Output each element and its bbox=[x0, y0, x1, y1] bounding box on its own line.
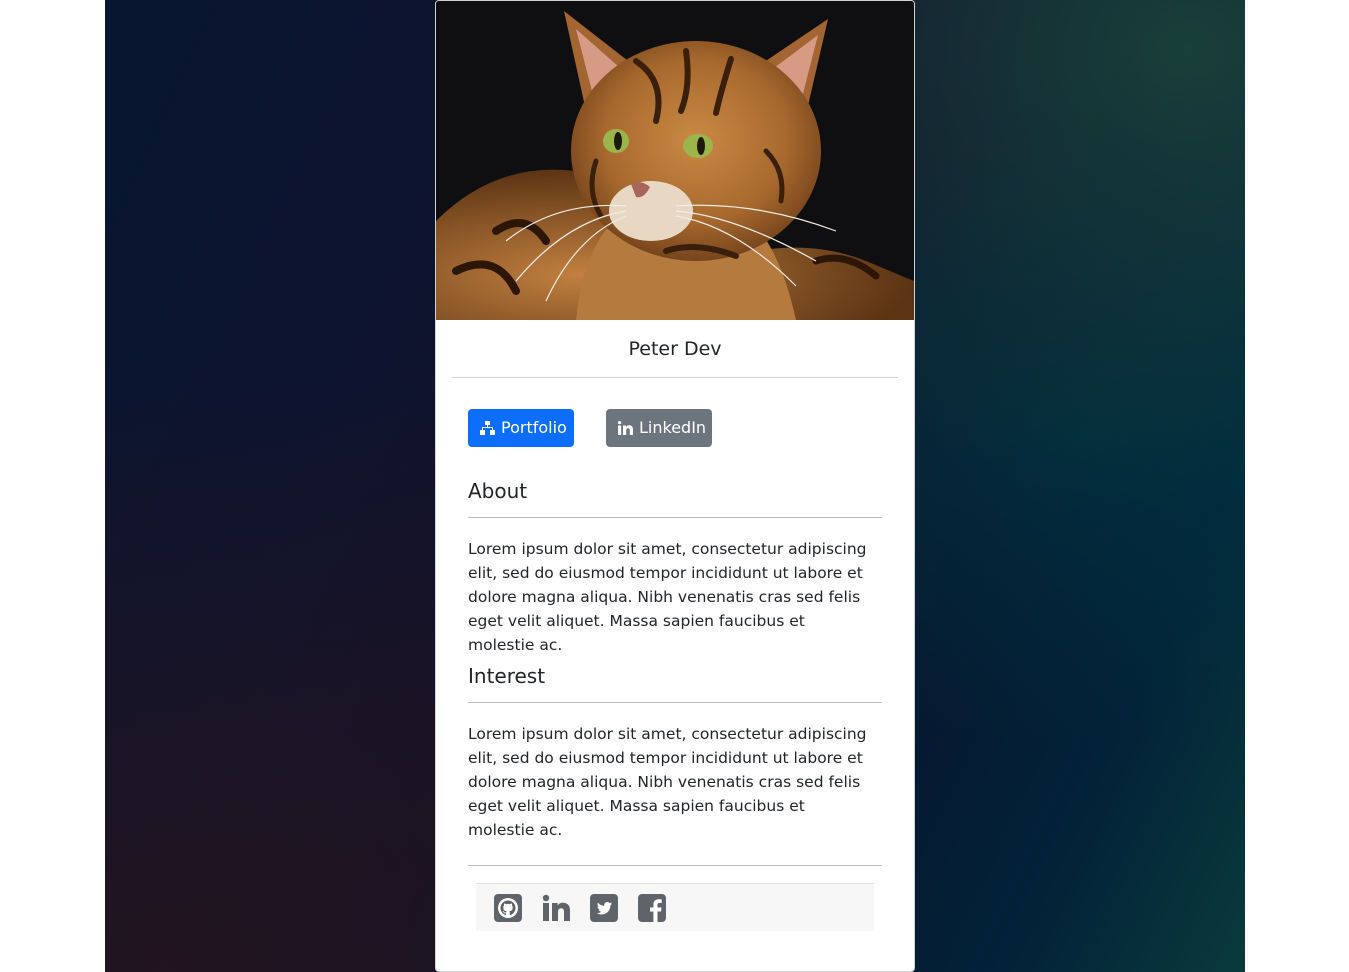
profile-photo bbox=[436, 1, 914, 320]
twitter-square-icon[interactable] bbox=[590, 893, 618, 922]
profile-name: Peter Dev bbox=[452, 321, 898, 378]
cat-photo-illustration bbox=[436, 1, 914, 320]
linkedin-button-label: LinkedIn bbox=[639, 418, 707, 437]
social-footer bbox=[476, 883, 874, 931]
interest-text: Lorem ipsum dolor sit amet, consectetur … bbox=[468, 725, 867, 839]
linkedin-icon bbox=[618, 421, 633, 435]
linkedin-button[interactable]: LinkedIn bbox=[606, 409, 712, 447]
linkedin-in-icon[interactable] bbox=[542, 894, 570, 922]
portfolio-button-label: Portfolio bbox=[501, 418, 567, 437]
about-heading: About bbox=[468, 479, 882, 518]
profile-card: Peter Dev Portfolio LinkedIn About Lorem… bbox=[435, 0, 915, 972]
about-text: Lorem ipsum dolor sit amet, consectetur … bbox=[468, 540, 867, 654]
github-square-icon[interactable] bbox=[494, 893, 522, 922]
portfolio-button[interactable]: Portfolio bbox=[468, 409, 574, 447]
sitemap-icon bbox=[480, 421, 495, 435]
footer-divider bbox=[468, 865, 882, 866]
facebook-square-icon[interactable] bbox=[638, 893, 666, 922]
interest-heading: Interest bbox=[468, 664, 882, 703]
